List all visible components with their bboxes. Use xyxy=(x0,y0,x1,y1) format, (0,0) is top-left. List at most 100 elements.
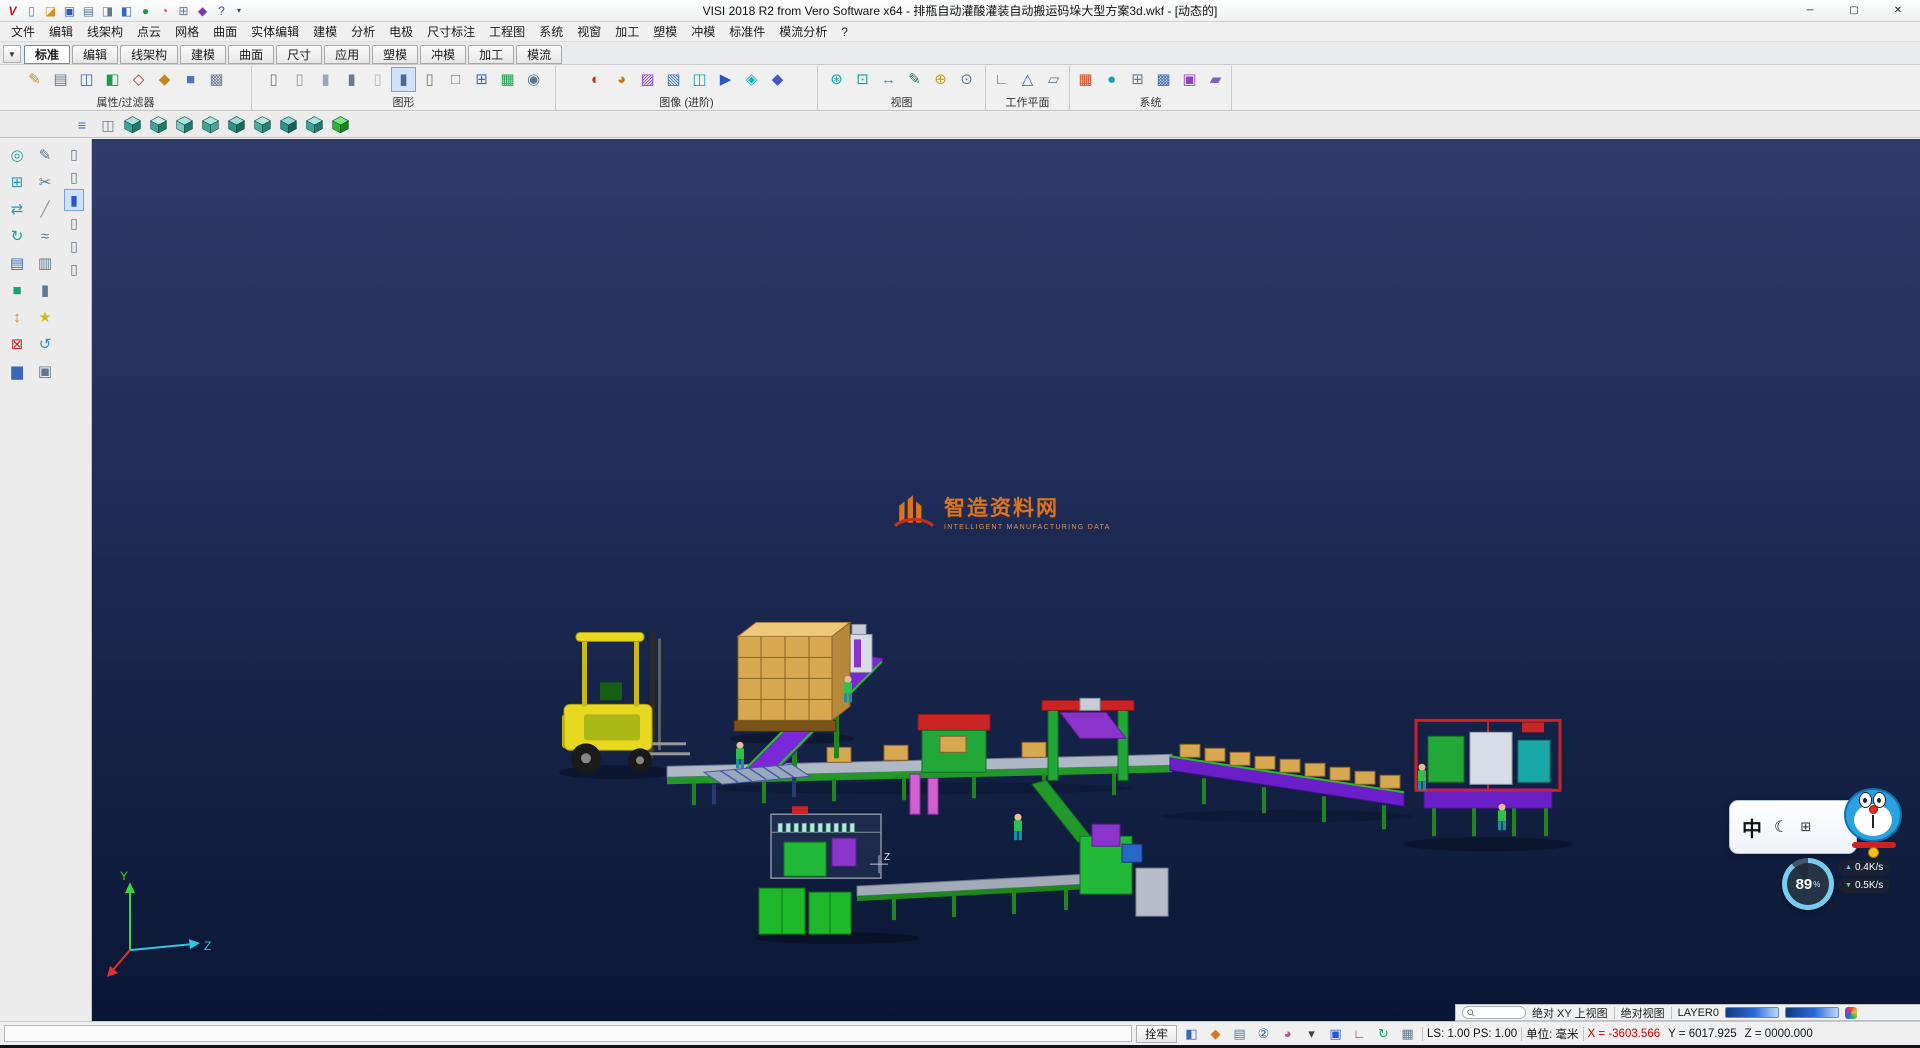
help-icon[interactable]: ? xyxy=(212,2,231,20)
modify-attributes-icon[interactable]: ✎ xyxy=(22,67,47,92)
translate-icon[interactable]: ⇄ xyxy=(4,197,30,222)
database-icon[interactable]: ▤ xyxy=(4,251,30,276)
ime-language-indicator[interactable]: 中 xyxy=(1742,813,1762,842)
tab-wireframe[interactable]: 线架构 xyxy=(120,45,178,64)
settings-icon[interactable]: ⊞ xyxy=(174,2,193,20)
grid-toggle-icon[interactable]: ▦ xyxy=(1397,1024,1418,1044)
cube-view-bottom-icon[interactable] xyxy=(276,114,300,136)
new-viewport-icon[interactable]: ▯ xyxy=(417,67,442,92)
tab-dropdown-button[interactable]: ▼ xyxy=(3,45,21,63)
tab-progress[interactable]: 冲模 xyxy=(420,45,466,64)
menu-item[interactable]: 尺寸标注 xyxy=(420,21,482,42)
tab-mould[interactable]: 塑模 xyxy=(372,45,418,64)
undo-icon[interactable]: ↺ xyxy=(32,332,58,357)
tab-flow[interactable]: 模流 xyxy=(516,45,562,64)
print-drawing-icon[interactable]: ▤ xyxy=(48,67,73,92)
notes-icon[interactable]: ▥ xyxy=(32,251,58,276)
save-state-icon[interactable]: ▣ xyxy=(1325,1024,1346,1044)
view-list-icon[interactable]: ≡ xyxy=(70,114,94,136)
background-icon[interactable]: ▧ xyxy=(661,67,686,92)
tab-machining[interactable]: 加工 xyxy=(468,45,514,64)
menu-item[interactable]: 曲面 xyxy=(206,21,244,42)
snap-options-icon[interactable]: ◆ xyxy=(1205,1024,1226,1044)
menu-item[interactable]: 冲模 xyxy=(684,21,722,42)
more-options-icon[interactable]: ▾ xyxy=(1301,1024,1322,1044)
buffer-slot-6-icon[interactable]: ▯ xyxy=(64,258,84,280)
menu-item[interactable]: 网格 xyxy=(168,21,206,42)
menu-item[interactable]: 工程图 xyxy=(482,21,532,42)
ime-fullwidth-icon[interactable]: ☾ xyxy=(1774,817,1788,837)
solid-filter-icon[interactable]: ■ xyxy=(178,67,203,92)
tab-dimension[interactable]: 尺寸 xyxy=(276,45,322,64)
menu-item[interactable]: 电极 xyxy=(382,21,420,42)
command-search[interactable] xyxy=(1462,1006,1526,1019)
buffer-slot-5-icon[interactable]: ▯ xyxy=(64,235,84,257)
wireframe-filter-icon[interactable]: ◇ xyxy=(126,67,151,92)
regenerate-icon[interactable]: ↻ xyxy=(1373,1024,1394,1044)
cube-view-left-icon[interactable] xyxy=(224,114,248,136)
menu-item[interactable]: 文件 xyxy=(4,21,42,42)
buffer-slot-1-icon[interactable]: ▯ xyxy=(64,143,84,165)
animation-icon[interactable]: ▶ xyxy=(713,67,738,92)
menu-item[interactable]: 视窗 xyxy=(570,21,608,42)
render-wireframe-icon[interactable]: ▯ xyxy=(261,67,286,92)
menu-item[interactable]: 编辑 xyxy=(42,21,80,42)
menu-item[interactable]: 点云 xyxy=(130,21,168,42)
cube-view-front-icon[interactable] xyxy=(172,114,196,136)
cube-view-iso-icon[interactable] xyxy=(120,114,144,136)
delete-icon[interactable]: ⊠ xyxy=(4,332,30,357)
palette-icon[interactable]: ◕ xyxy=(1277,1024,1298,1044)
offset-icon[interactable]: ≈ xyxy=(32,224,58,249)
tab-edit[interactable]: 编辑 xyxy=(72,45,118,64)
menu-item[interactable]: 模流分析 xyxy=(772,21,834,42)
texture-map-icon[interactable]: ▨ xyxy=(635,67,660,92)
projection-label[interactable]: 绝对视图 xyxy=(1621,1005,1665,1021)
material-palette-icon[interactable]: ◕ xyxy=(609,67,634,92)
active-layer-label[interactable]: LAYER0 xyxy=(1678,1007,1719,1019)
tab-standard[interactable]: 标准 xyxy=(24,45,70,64)
cube-view-top-icon[interactable] xyxy=(146,114,170,136)
memory-usage-gauge[interactable]: 89 % xyxy=(1782,858,1834,910)
tab-application[interactable]: 应用 xyxy=(324,45,370,64)
menu-item[interactable]: 线架构 xyxy=(80,21,130,42)
tab-surface[interactable]: 曲面 xyxy=(228,45,274,64)
visi-logo-icon[interactable]: V xyxy=(3,2,22,20)
center-view-icon[interactable]: ⊕ xyxy=(928,67,953,92)
image-quality-icon[interactable]: ◐ xyxy=(583,67,608,92)
menu-item[interactable]: 建模 xyxy=(306,21,344,42)
plugin-icon[interactable]: ▰ xyxy=(1203,67,1228,92)
matrix-icon[interactable]: ▩ xyxy=(1151,67,1176,92)
pan-view-icon[interactable]: ↔ xyxy=(876,67,901,92)
new-document-icon[interactable]: ▯ xyxy=(22,2,41,20)
buffer-slot-4-icon[interactable]: ▯ xyxy=(64,212,84,234)
ime-toolbox-icon[interactable]: ⊞ xyxy=(1800,819,1811,835)
solid-cylinder-icon[interactable]: ▮ xyxy=(32,278,58,303)
save-icon[interactable]: ▣ xyxy=(60,2,79,20)
globe-icon[interactable]: ● xyxy=(1099,67,1124,92)
macro-icon[interactable]: ◆ xyxy=(193,2,212,20)
view-orientation-label[interactable]: 绝对 XY 上视图 xyxy=(1532,1005,1608,1021)
sketch-view-icon[interactable]: ✎ xyxy=(902,67,927,92)
sketch-icon[interactable]: ✎ xyxy=(32,143,58,168)
menu-item[interactable]: 实体编辑 xyxy=(244,21,306,42)
buffer-slot-2-icon[interactable]: ▯ xyxy=(64,166,84,188)
open-file-icon[interactable]: ◪ xyxy=(41,2,60,20)
buffer-slot-3-icon[interactable]: ▮ xyxy=(64,189,84,211)
render-transparent-icon[interactable]: ▯ xyxy=(365,67,390,92)
shadow-icon[interactable]: ◆ xyxy=(765,67,790,92)
workplane-xy-icon[interactable]: ∟ xyxy=(989,67,1014,92)
surface-filter-icon[interactable]: ◆ xyxy=(152,67,177,92)
render-edges-icon[interactable]: ▮ xyxy=(339,67,364,92)
favorites-icon[interactable]: ★ xyxy=(32,305,58,330)
solid-box-icon[interactable]: ■ xyxy=(4,278,30,303)
dimension-icon[interactable]: ↕ xyxy=(4,305,30,330)
save-all-icon[interactable]: ▤ xyxy=(79,2,98,20)
rotate-icon[interactable]: ↻ xyxy=(4,224,30,249)
scissors-icon[interactable]: ✂ xyxy=(32,170,58,195)
screen-config-icon[interactable]: ◧ xyxy=(117,2,136,20)
render-hidden-line-icon[interactable]: ▯ xyxy=(287,67,312,92)
zoom-all-icon[interactable]: ⊛ xyxy=(824,67,849,92)
zoom-dynamic-icon[interactable]: ◎ xyxy=(4,143,30,168)
menu-item[interactable]: 分析 xyxy=(344,21,382,42)
workplane-3point-icon[interactable]: △ xyxy=(1015,67,1040,92)
